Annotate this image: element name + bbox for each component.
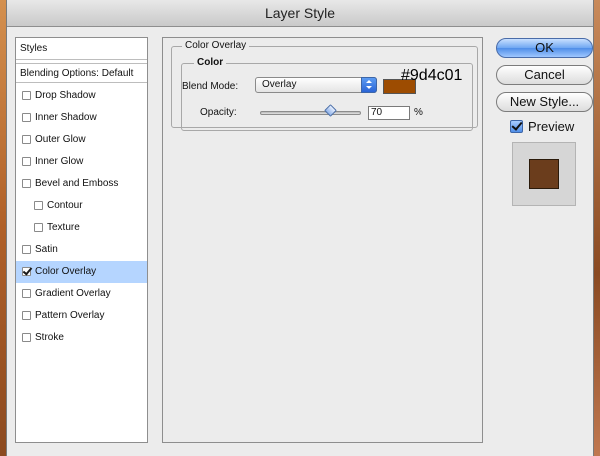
style-item-label: Gradient Overlay xyxy=(35,288,111,299)
style-item[interactable]: Inner Shadow xyxy=(16,107,147,129)
style-checkbox[interactable] xyxy=(34,223,43,232)
style-checkbox[interactable] xyxy=(22,113,31,122)
color-overlay-title: Color Overlay xyxy=(182,40,250,51)
hex-color-annotation: #9d4c01 xyxy=(401,67,463,84)
style-checkbox[interactable] xyxy=(22,157,31,166)
style-item-label: Pattern Overlay xyxy=(35,310,105,321)
style-item-label: Texture xyxy=(47,222,80,233)
opacity-input[interactable]: 70 xyxy=(368,106,410,120)
style-checkbox[interactable] xyxy=(22,179,31,188)
style-item[interactable]: Color Overlay xyxy=(16,261,147,283)
style-item-label: Inner Glow xyxy=(35,156,84,167)
color-subgroup-title: Color xyxy=(194,57,227,68)
style-checkbox[interactable] xyxy=(22,267,31,276)
style-item[interactable]: Bevel and Emboss xyxy=(16,173,147,195)
style-item-label: Inner Shadow xyxy=(35,112,97,123)
ok-button[interactable]: OK xyxy=(496,38,593,58)
blend-mode-select[interactable]: Overlay xyxy=(255,77,377,93)
preview-thumbnail xyxy=(512,142,576,206)
preview-square xyxy=(529,159,559,189)
styles-list: Styles Blending Options: Default Drop Sh… xyxy=(15,37,148,443)
cancel-button[interactable]: Cancel xyxy=(496,65,593,85)
style-item-label: Stroke xyxy=(35,332,64,343)
style-checkbox[interactable] xyxy=(22,91,31,100)
opacity-label: Opacity: xyxy=(200,107,237,118)
style-item-label: Contour xyxy=(47,200,83,211)
style-item-label: Outer Glow xyxy=(35,134,86,145)
style-item[interactable]: Drop Shadow xyxy=(16,85,147,107)
select-arrows-icon xyxy=(361,77,377,93)
blend-mode-value: Overlay xyxy=(262,79,297,90)
preview-label: Preview xyxy=(528,119,575,134)
style-checkbox[interactable] xyxy=(22,333,31,342)
preview-toggle[interactable]: Preview xyxy=(510,118,590,136)
background-edge-right xyxy=(594,0,600,456)
style-item[interactable]: Gradient Overlay xyxy=(16,283,147,305)
style-item[interactable]: Stroke xyxy=(16,327,147,349)
style-item[interactable]: Contour xyxy=(16,195,147,217)
style-checkbox[interactable] xyxy=(22,311,31,320)
style-checkbox[interactable] xyxy=(34,201,43,210)
color-overlay-panel: Color Overlay Color Blend Mode: Overlay … xyxy=(162,37,483,443)
style-item-label: Satin xyxy=(35,244,58,255)
style-checkbox[interactable] xyxy=(22,289,31,298)
new-style-button[interactable]: New Style... xyxy=(496,92,593,112)
layer-style-dialog: Layer Style Styles Blending Options: Def… xyxy=(6,0,594,456)
style-checkbox[interactable] xyxy=(22,135,31,144)
style-item[interactable]: Texture xyxy=(16,217,147,239)
style-item[interactable]: Outer Glow xyxy=(16,129,147,151)
window-title: Layer Style xyxy=(7,0,593,27)
opacity-slider-track[interactable] xyxy=(260,111,361,115)
style-item[interactable]: Satin xyxy=(16,239,147,261)
style-checkbox[interactable] xyxy=(22,245,31,254)
style-item[interactable]: Pattern Overlay xyxy=(16,305,147,327)
styles-header[interactable]: Styles xyxy=(16,38,147,60)
color-overlay-group: Color Overlay Color Blend Mode: Overlay … xyxy=(171,40,478,131)
opacity-unit: % xyxy=(414,107,423,118)
style-item-label: Bevel and Emboss xyxy=(35,178,119,189)
preview-checkbox[interactable] xyxy=(510,120,523,133)
style-item-label: Color Overlay xyxy=(35,266,97,277)
style-item-label: Drop Shadow xyxy=(35,90,96,101)
blend-mode-label: Blend Mode: xyxy=(182,81,239,92)
blending-options-default[interactable]: Blending Options: Default xyxy=(16,63,147,83)
style-item[interactable]: Inner Glow xyxy=(16,151,147,173)
